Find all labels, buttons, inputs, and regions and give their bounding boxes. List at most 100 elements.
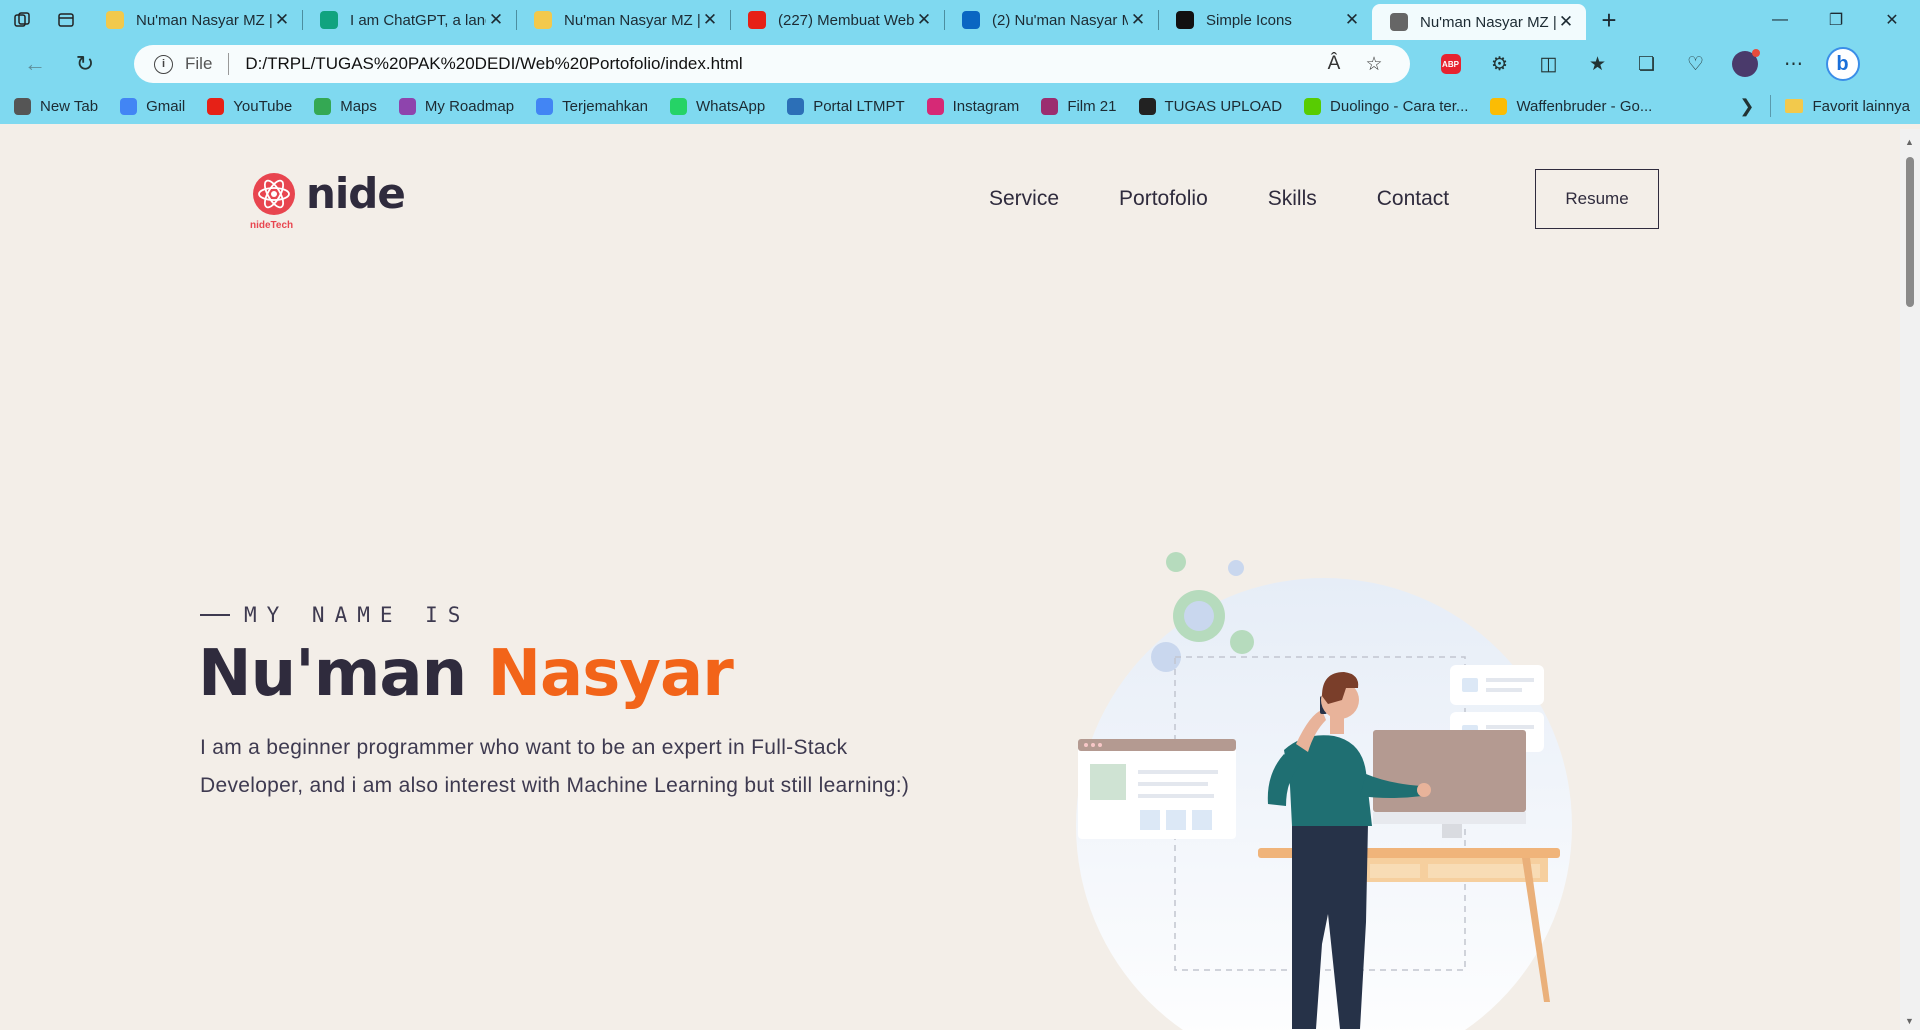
adblock-icon[interactable]: ABP	[1426, 44, 1475, 84]
collections-icon[interactable]: ❏	[1622, 44, 1671, 84]
bookmark-item[interactable]: Instagram	[926, 97, 1019, 115]
tab-active[interactable]: Nu'man Nasyar MZ | ✕	[1372, 4, 1586, 40]
restore-icon[interactable]: ❐	[1808, 0, 1864, 40]
yellow-bars-favicon	[106, 11, 124, 29]
minimize-icon[interactable]: —	[1752, 0, 1808, 40]
resume-button[interactable]: Resume	[1535, 169, 1659, 229]
page-icon	[14, 97, 31, 115]
tab[interactable]: Simple Icons ✕	[1158, 0, 1372, 40]
bookmark-label: Terjemahkan	[562, 97, 648, 115]
address-url[interactable]: D:/TRPL/TUGAS%20PAK%20DEDI/Web%20Portofo…	[245, 54, 1314, 74]
address-bar[interactable]: i File D:/TRPL/TUGAS%20PAK%20DEDI/Web%20…	[134, 45, 1410, 83]
nav-skills[interactable]: Skills	[1268, 187, 1317, 211]
tab-title: I am ChatGPT, a lang	[350, 11, 486, 29]
nav-contact[interactable]: Contact	[1377, 187, 1449, 211]
chatgpt-favicon	[320, 11, 338, 29]
simpleicons-favicon	[1176, 11, 1194, 29]
nav-service[interactable]: Service	[989, 187, 1059, 211]
scroll-up-arrow-icon[interactable]: ▲	[1905, 137, 1914, 147]
bookmark-item[interactable]: Film 21	[1041, 97, 1117, 115]
new-tab-button[interactable]: +	[1586, 0, 1632, 40]
bookmark-label: Duolingo - Cara ter...	[1330, 97, 1469, 115]
scroll-thumb[interactable]	[1906, 157, 1914, 307]
logo-text: nide	[306, 169, 406, 218]
extensions-icon[interactable]: ⚙	[1475, 44, 1524, 84]
bookmark-item[interactable]: TUGAS UPLOAD	[1138, 97, 1282, 115]
tab-close-icon[interactable]: ✕	[914, 10, 934, 30]
tab-actions-icon[interactable]	[44, 0, 88, 40]
page-scrollbar[interactable]: ▲ ▼	[1900, 129, 1920, 1030]
read-aloud-icon[interactable]: Â	[1314, 53, 1354, 75]
google-icon	[314, 97, 332, 115]
scroll-down-arrow-icon[interactable]: ▼	[1905, 1016, 1914, 1026]
eyebrow-text: MY NAME IS	[244, 603, 471, 627]
tab[interactable]: (2) Nu'man Nasyar M ✕	[944, 0, 1158, 40]
roadmap-icon	[398, 97, 416, 115]
bookmark-item[interactable]: YouTube	[207, 97, 292, 115]
bookmark-list: New Tab Gmail YouTube Maps My Roadmap Terjema…	[14, 97, 1674, 115]
toolbar: ABP ⚙ ◫ ★ ❏ ♡ ⋯ b	[1426, 44, 1867, 84]
favorites-icon[interactable]: ★	[1573, 44, 1622, 84]
tab-close-icon[interactable]: ✕	[700, 10, 720, 30]
tab-close-icon[interactable]: ✕	[1556, 12, 1576, 32]
tab-title: Nu'man Nasyar MZ |	[1420, 13, 1556, 31]
bookmark-item[interactable]: New Tab	[14, 97, 98, 115]
back-button[interactable]: ←	[10, 44, 60, 84]
close-window-icon[interactable]: ✕	[1864, 0, 1920, 40]
bookmark-item[interactable]: Duolingo - Cara ter...	[1304, 97, 1469, 115]
other-favorites-folder[interactable]: Favorit lainnya	[1785, 98, 1910, 115]
bookmark-item[interactable]: WhatsApp	[670, 97, 766, 115]
linkedin-favicon	[962, 11, 980, 29]
split-screen-icon[interactable]: ◫	[1524, 44, 1573, 84]
bookmark-label: WhatsApp	[696, 97, 766, 115]
translate-icon	[536, 97, 554, 115]
tab-title: (227) Membuat Web	[778, 11, 914, 29]
tab-close-icon[interactable]: ✕	[486, 10, 506, 30]
developer-illustration	[1076, 552, 1572, 1030]
hero-name: Nu'man Nasyar	[198, 637, 734, 711]
tab[interactable]: (227) Membuat Web ✕	[730, 0, 944, 40]
tab-title: Nu'man Nasyar MZ |	[136, 11, 272, 29]
hero-description: I am a beginner programmer who want to b…	[200, 736, 910, 797]
tab[interactable]: Nu'man Nasyar MZ | ✕	[516, 0, 730, 40]
eyebrow-line	[200, 614, 230, 616]
tab[interactable]: I am ChatGPT, a lang ✕	[302, 0, 516, 40]
bing-copilot-icon[interactable]: b	[1818, 44, 1867, 84]
tab-title: (2) Nu'man Nasyar M	[992, 11, 1128, 29]
duolingo-icon	[1304, 97, 1322, 115]
bookmark-item[interactable]: Maps	[314, 97, 377, 115]
tab[interactable]: Nu'man Nasyar MZ | ✕	[88, 0, 302, 40]
main-nav: Service Portofolio Skills Contact	[989, 187, 1509, 211]
whatsapp-icon	[670, 97, 687, 115]
nav-portofolio[interactable]: Portofolio	[1119, 187, 1208, 211]
ltmpt-icon	[787, 97, 805, 115]
chevron-right-icon[interactable]: ❯	[1739, 96, 1754, 117]
more-menu-icon[interactable]: ⋯	[1769, 44, 1818, 84]
instagram-icon	[926, 97, 944, 115]
window-controls: — ❐ ✕	[1752, 0, 1920, 40]
bookmarks-separator	[1770, 95, 1772, 117]
site-logo[interactable]: nideTech nide	[250, 169, 406, 231]
bookmark-item[interactable]: My Roadmap	[398, 97, 514, 115]
refresh-button[interactable]: ↻	[60, 44, 110, 84]
hero-eyebrow: MY NAME IS	[200, 603, 470, 627]
tab-close-icon[interactable]: ✕	[1128, 10, 1148, 30]
bookmark-item[interactable]: Portal LTMPT	[787, 97, 905, 115]
performance-icon[interactable]: ♡	[1671, 44, 1720, 84]
address-row: ← ↻ i File D:/TRPL/TUGAS%20PAK%20DEDI/We…	[0, 40, 1920, 88]
tab-close-icon[interactable]: ✕	[1342, 10, 1362, 30]
tab-close-icon[interactable]: ✕	[272, 10, 292, 30]
bookmark-item[interactable]: Gmail	[120, 97, 186, 115]
address-separator	[228, 53, 230, 75]
tab-list: Nu'man Nasyar MZ | ✕ I am ChatGPT, a lang ✕…	[88, 0, 1586, 40]
bookmark-item[interactable]: Terjemahkan	[536, 97, 648, 115]
workspaces-icon[interactable]	[0, 0, 44, 40]
bookmark-label: Gmail	[146, 97, 186, 115]
tab-title: Nu'man Nasyar MZ |	[564, 11, 700, 29]
bookmark-item[interactable]: Waffenbruder - Go...	[1490, 97, 1652, 115]
profile-avatar-icon[interactable]	[1720, 44, 1769, 84]
info-icon[interactable]: i	[154, 54, 173, 74]
film-icon	[1041, 97, 1059, 115]
favorite-star-icon[interactable]: ☆	[1354, 53, 1394, 76]
youtube-favicon	[748, 11, 766, 29]
